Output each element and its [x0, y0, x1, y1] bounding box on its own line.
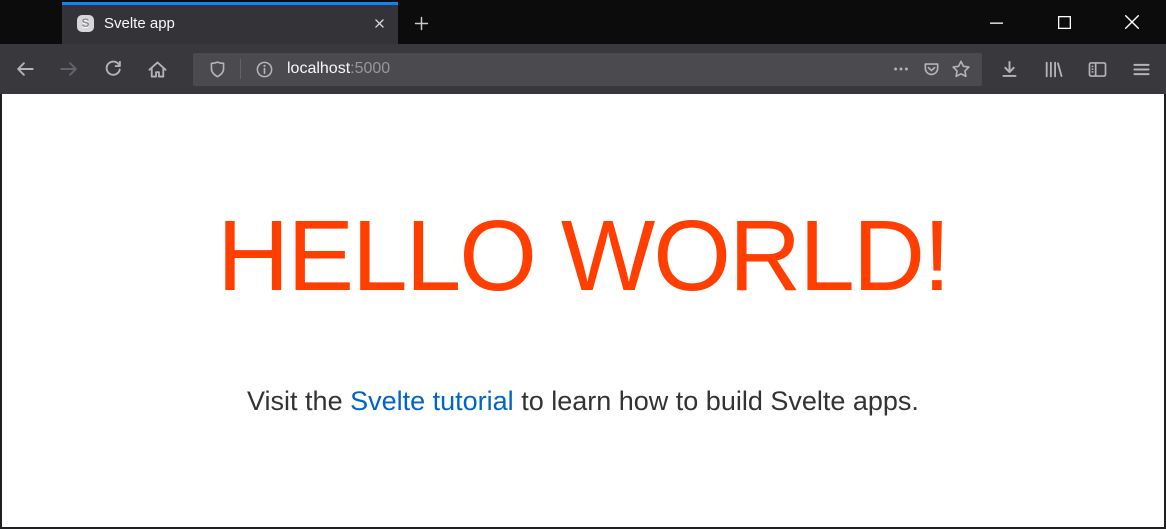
tab-close-icon[interactable] [368, 12, 390, 34]
tracking-protection-shield-icon[interactable] [202, 55, 232, 83]
window-controls [962, 0, 1166, 44]
tab-accent-line [62, 2, 398, 5]
forward-button[interactable] [52, 52, 86, 86]
svelte-logo-icon: S [77, 15, 94, 32]
paragraph-suffix: to learn how to build Svelte apps. [514, 386, 919, 416]
new-tab-button[interactable] [404, 6, 438, 40]
tab-strip-spacer [0, 0, 62, 44]
url-host: localhost [287, 60, 350, 77]
browser-viewport: HELLO WORLD! Visit the Svelte tutorial t… [0, 94, 1166, 529]
urlbar-divider [240, 59, 241, 79]
active-tab[interactable]: S Svelte app [62, 2, 398, 44]
url-text[interactable]: localhost:5000 [287, 60, 886, 78]
maximize-button[interactable] [1030, 0, 1098, 44]
navigation-toolbar: localhost:5000 [0, 44, 1166, 94]
close-window-button[interactable] [1098, 0, 1166, 44]
library-button[interactable] [1036, 52, 1070, 86]
back-button[interactable] [8, 52, 42, 86]
page-actions-ellipsis-icon[interactable] [886, 55, 916, 83]
menu-hamburger-button[interactable] [1124, 52, 1158, 86]
browser-window: S Svelte app [0, 0, 1166, 529]
home-button[interactable] [140, 52, 174, 86]
site-info-icon[interactable] [249, 55, 279, 83]
save-to-pocket-icon[interactable] [916, 55, 946, 83]
svelte-tutorial-link[interactable]: Svelte tutorial [350, 386, 514, 416]
hello-world-heading: HELLO WORLD! [2, 94, 1164, 306]
paragraph-prefix: Visit the [247, 386, 350, 416]
minimize-button[interactable] [962, 0, 1030, 44]
reload-button[interactable] [96, 52, 130, 86]
svelte-app-main: HELLO WORLD! Visit the Svelte tutorial t… [2, 94, 1164, 417]
title-bar: S Svelte app [0, 0, 1166, 44]
downloads-button[interactable] [992, 52, 1026, 86]
url-port: :5000 [350, 60, 390, 77]
urlbar-right-icons [886, 55, 976, 83]
sidebars-button[interactable] [1080, 52, 1114, 86]
tutorial-paragraph: Visit the Svelte tutorial to learn how t… [2, 306, 1164, 417]
bookmark-star-icon[interactable] [946, 55, 976, 83]
url-bar[interactable]: localhost:5000 [193, 53, 982, 86]
tab-title: Svelte app [104, 15, 368, 32]
